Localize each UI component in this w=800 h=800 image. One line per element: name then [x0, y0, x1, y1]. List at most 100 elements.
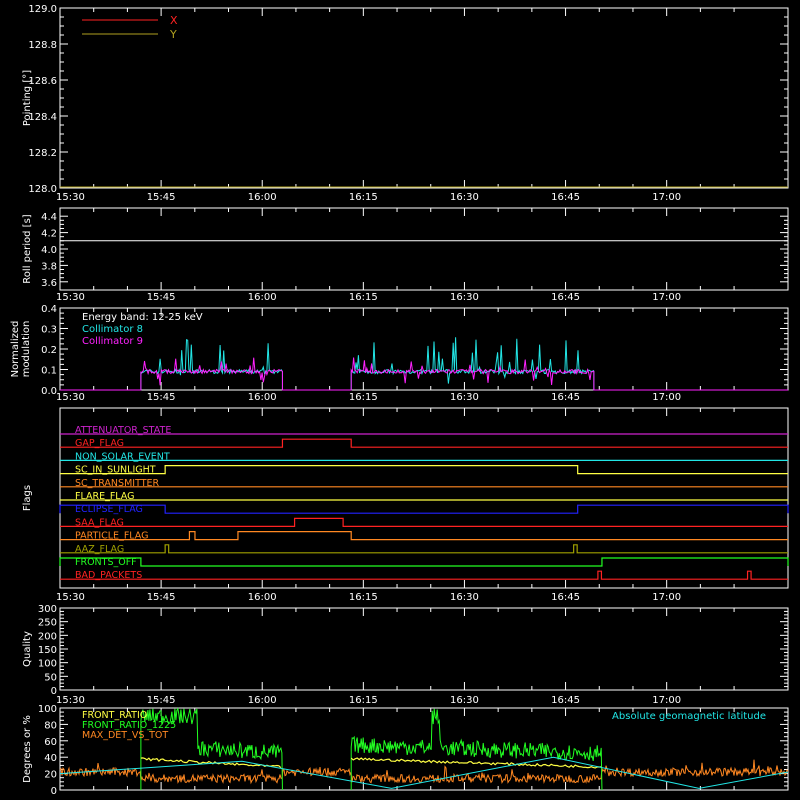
- x-tick-label: 16:15: [349, 192, 378, 203]
- flag-label: ATTENUATOR_STATE: [75, 425, 171, 436]
- x-tick-label: 16:30: [450, 695, 479, 706]
- y-tick-label: 0.4: [41, 304, 57, 315]
- x-tick-label: 16:00: [248, 592, 277, 603]
- y-tick-label: 0.0: [41, 386, 57, 397]
- y-tick-label: 250: [38, 618, 57, 629]
- y-tick-label: 4.4: [41, 212, 57, 223]
- x-tick-label: 16:15: [349, 695, 378, 706]
- y-tick-label: 129.0: [28, 4, 57, 15]
- x-tick-label: 15:45: [147, 292, 176, 303]
- x-tick-label: 17:00: [652, 292, 681, 303]
- panel-frame: [59, 607, 789, 691]
- flag-trace-fronts-off: [59, 557, 789, 567]
- legend-label: Y: [169, 28, 177, 41]
- x-tick-label: 16:30: [450, 392, 479, 403]
- flag-trace-saa-flag: [60, 517, 788, 527]
- y-axis-label: Quality: [22, 631, 33, 667]
- flag-trace-sc-in-sunlight: [60, 465, 788, 475]
- y-tick-label: 0.2: [41, 345, 57, 356]
- energy-band-title: Energy band: 12-25 keV: [82, 312, 203, 323]
- x-tick-label: 16:00: [248, 695, 277, 706]
- y-tick-label: 3.8: [41, 261, 57, 272]
- x-tick-label: 15:30: [56, 192, 85, 203]
- legend-label: Collimator 9: [82, 336, 143, 347]
- x-tick-label: 16:00: [248, 392, 277, 403]
- x-tick-label: 16:15: [349, 592, 378, 603]
- y-tick-label: 0.3: [41, 325, 57, 336]
- flag-trace-aaz-flag: [60, 544, 788, 554]
- legend-label: Collimator 8: [82, 324, 143, 335]
- flag-label: FRONTS_OFF: [75, 557, 137, 568]
- x-tick-label: 15:45: [147, 695, 176, 706]
- y-tick-label: 50: [44, 672, 57, 683]
- panel-1: 3.6 3.8 4.0 4.2 4.4 Roll period [s]: [22, 207, 789, 291]
- flag-label: AAZ_FLAG: [75, 544, 124, 555]
- y-tick-label: 3.6: [41, 278, 57, 289]
- y-tick-label: 40: [44, 753, 57, 764]
- flag-label: FLARE_FLAG: [75, 491, 135, 502]
- flag-trace-gap-flag: [60, 438, 788, 448]
- y-tick-label: 200: [38, 631, 57, 642]
- y-axis-label: Degrees or %: [22, 715, 33, 783]
- flag-label: SC_IN_SUNLIGHT: [75, 465, 156, 476]
- x-tick-label: 17:00: [652, 392, 681, 403]
- y-axis-label: Flags: [22, 485, 33, 511]
- y-axis-label: Normalized: [10, 321, 21, 378]
- y-tick-label: 150: [38, 645, 57, 656]
- flag-trace-bad-packets: [60, 570, 788, 580]
- y-tick-label: 100: [38, 704, 57, 715]
- x-tick-label: 16:30: [450, 592, 479, 603]
- y-tick-label: 128.8: [28, 40, 57, 51]
- x-tick-label: 15:30: [56, 592, 85, 603]
- x-tick-label: 15:45: [147, 392, 176, 403]
- panel-0: 128.0128.2128.4128.6128.8129.0Pointing […: [22, 4, 789, 195]
- panel-4: 050100150200250300Quality: [22, 604, 789, 697]
- x-tick-label: 15:30: [56, 292, 85, 303]
- y-axis-label: Pointing [°]: [22, 70, 33, 126]
- x-tick-label: 15:45: [147, 592, 176, 603]
- y-axis-label: Roll period [s]: [22, 214, 33, 283]
- x-tick-label: 16:15: [349, 292, 378, 303]
- legend-label: MAX_DET_VS_TOT: [82, 730, 168, 741]
- flag-label: ECLIPSE_FLAG: [75, 504, 143, 515]
- y-tick-label: 300: [38, 604, 57, 615]
- x-tick-label: 16:45: [551, 392, 580, 403]
- x-tick-label: 15:45: [147, 192, 176, 203]
- flag-trace-eclipse-flag: [59, 504, 789, 514]
- x-tick-label: 17:00: [652, 592, 681, 603]
- flag-label: NON_SOLAR_EVENT: [75, 451, 170, 462]
- y-tick-label: 80: [44, 720, 57, 731]
- x-tick-label: 16:15: [349, 392, 378, 403]
- front-ratio-1225-series-1: [350, 708, 603, 791]
- x-tick-label: 16:45: [551, 592, 580, 603]
- flag-label: PARTICLE_FLAG: [75, 531, 148, 542]
- y-tick-label: 128.0: [28, 184, 57, 195]
- collimator-9-series: [60, 357, 788, 391]
- y-tick-label: 60: [44, 737, 57, 748]
- x-tick-label: 17:00: [652, 192, 681, 203]
- x-tick-label: 16:00: [248, 292, 277, 303]
- panel-frame: [59, 207, 789, 291]
- max-det-vs-tot-series: [59, 759, 789, 785]
- y-tick-label: 4.0: [41, 245, 57, 256]
- x-tick-label: 16:45: [551, 292, 580, 303]
- x-tick-label: 15:30: [56, 695, 85, 706]
- x-tick-label: 16:00: [248, 192, 277, 203]
- x-tick-label: 17:00: [652, 695, 681, 706]
- flag-label: SAA_FLAG: [75, 517, 124, 528]
- y-tick-label: 4.2: [41, 229, 57, 240]
- flag-label: GAP_FLAG: [75, 438, 124, 449]
- y-tick-label: 0: [51, 786, 57, 797]
- y-tick-label: 128.2: [28, 148, 57, 159]
- x-tick-label: 15:30: [56, 392, 85, 403]
- collimator-8-series: [60, 337, 788, 391]
- y-axis-label: modulation: [21, 321, 32, 378]
- flag-label: SC_TRANSMITTER: [75, 478, 160, 489]
- x-tick-label: 16:30: [450, 292, 479, 303]
- y-tick-label: 100: [38, 659, 57, 670]
- annotation-geomagnetic-latitude: Absolute geomagnetic latitude: [612, 711, 766, 722]
- legend-label: X: [170, 14, 178, 27]
- y-tick-label: 20: [44, 770, 57, 781]
- rhessi-quicklook-chart: 128.0128.2128.4128.6128.8129.0Pointing […: [10, 4, 789, 797]
- x-tick-label: 16:45: [551, 695, 580, 706]
